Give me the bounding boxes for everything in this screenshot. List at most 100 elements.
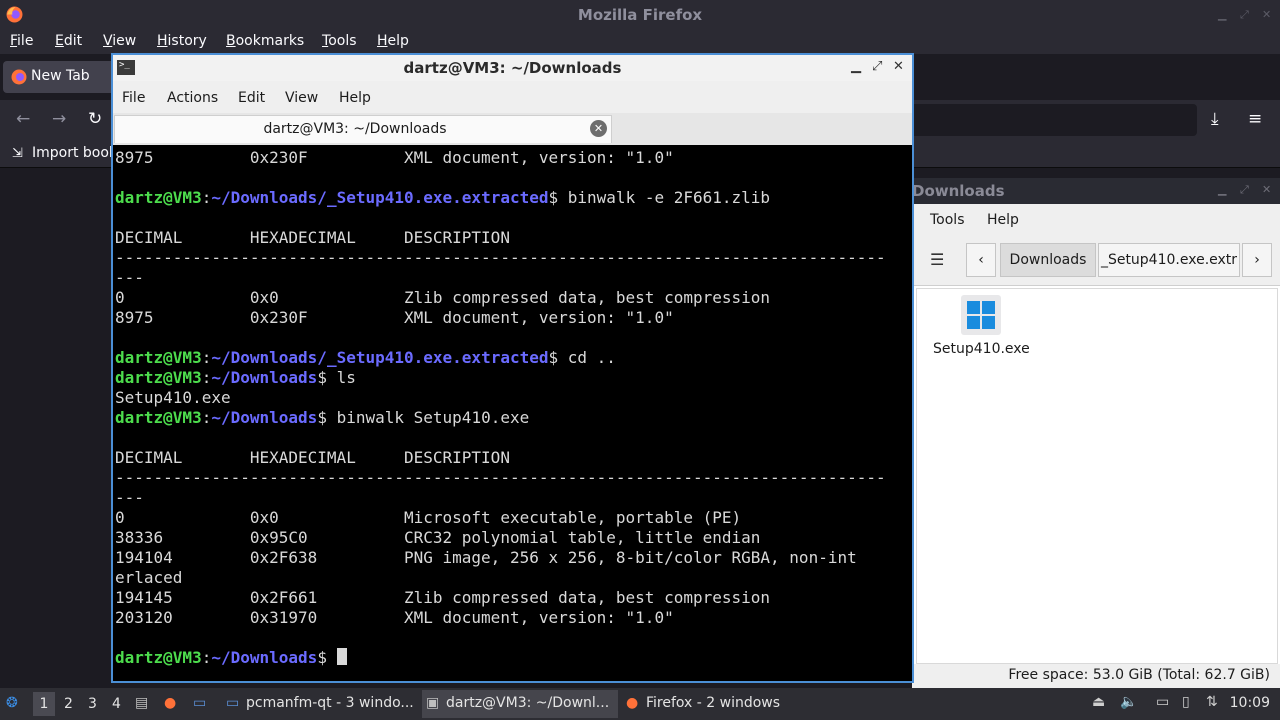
forward-icon[interactable]: → (52, 109, 66, 129)
prompt-path: ~/Downloads (211, 368, 318, 387)
prompt-separator: : (201, 408, 212, 427)
firefox-icon: ● (626, 695, 639, 711)
minimize-icon[interactable]: ▁ (1218, 8, 1226, 21)
prompt-path: ~/Downloads (211, 408, 318, 427)
prompt-command: $ ls (317, 368, 356, 387)
fm-titlebar: Downloads ▁ ⤢ ✕ (912, 178, 1280, 204)
terminal-output-line: ----------------------------------------… (115, 248, 886, 267)
terminal-output-line: DECIMAL HEXADECIMAL DESCRIPTION (115, 448, 510, 467)
path-segment-extracted[interactable]: _Setup410.exe.extr (1098, 243, 1240, 277)
terminal-output-line: 203120 0x31970 XML document, version: "1… (115, 608, 674, 627)
import-bookmarks-link[interactable]: Import book (32, 145, 117, 161)
terminal-screen[interactable]: 8975 0x230F XML document, version: "1.0"… (113, 145, 912, 681)
chevron-right-icon: › (1254, 252, 1260, 268)
prompt-path: ~/Downloads/_Setup410.exe.extracted (211, 188, 549, 207)
term-maximize-icon[interactable]: ⤢ (872, 59, 882, 74)
path-segment-downloads[interactable]: Downloads (1000, 243, 1096, 277)
ff-menu-tools[interactable]: Tools (322, 33, 357, 49)
reload-icon[interactable]: ↻ (88, 109, 102, 129)
task-terminal-label: dartz@VM3: ~/Downl... (446, 695, 610, 711)
import-icon: ⇲ (12, 146, 23, 161)
close-icon[interactable]: ✕ (1262, 8, 1271, 21)
terminal-output-line: 0 0x0 Zlib compressed data, best compres… (115, 288, 771, 307)
fm-minimize-icon[interactable]: ▁ (1218, 183, 1226, 196)
fm-statusbar: Free space: 53.0 GiB (Total: 62.7 GiB) (912, 664, 1280, 688)
task-firefox[interactable]: ● Firefox - 2 windows (622, 690, 792, 718)
close-tab-icon[interactable]: ✕ (590, 120, 607, 137)
volume-icon[interactable]: 🔈 (1120, 694, 1137, 710)
path-forward-button[interactable]: › (1242, 243, 1272, 277)
chevron-left-icon: ‹ (978, 252, 984, 268)
terminal-output-line: erlaced (115, 568, 183, 587)
file-name: Setup410.exe (933, 341, 1030, 357)
terminal-output-line: 38336 0x95C0 CRC32 polynomial table, lit… (115, 528, 761, 547)
terminal-prompt-line: dartz@VM3:~/Downloads$ binwalk Setup410.… (115, 408, 529, 428)
desktop-2[interactable]: 2 (64, 696, 73, 712)
network-icon[interactable]: ⇅ (1206, 694, 1218, 710)
term-menu-view[interactable]: View (285, 90, 318, 106)
term-menu-edit[interactable]: Edit (238, 90, 265, 106)
term-menu-file[interactable]: File (122, 90, 145, 106)
terminal-prompt-line: dartz@VM3:~/Downloads/_Setup410.exe.extr… (115, 348, 616, 368)
prompt-separator: : (201, 348, 212, 367)
fm-menubar: Tools Help (912, 204, 1280, 236)
ff-menu-edit[interactable]: Edit (55, 33, 82, 49)
terminal-titlebar: >_ dartz@VM3: ~/Downloads ▁ ⤢ ✕ (113, 55, 912, 81)
terminal-prompt-line: dartz@VM3:~/Downloads/_Setup410.exe.extr… (115, 188, 770, 208)
tab-label: New Tab (31, 68, 90, 84)
fm-window-title: Downloads (912, 182, 1005, 200)
back-icon[interactable]: ← (16, 109, 30, 129)
fm-menu-tools[interactable]: Tools (930, 212, 965, 228)
fm-menu-help[interactable]: Help (987, 212, 1019, 228)
ff-menu-file[interactable]: File (10, 33, 33, 49)
menu-hamburger-icon[interactable]: ≡ (1248, 109, 1262, 129)
file-item[interactable]: Setup410.exe (933, 295, 1030, 357)
windows-exe-icon (961, 295, 1001, 335)
firefox-menubar: File Edit View History Bookmarks Tools H… (0, 30, 1280, 54)
url-bar[interactable] (910, 104, 1197, 136)
terminal-tab[interactable]: dartz@VM3: ~/Downloads ✕ (114, 115, 612, 143)
download-icon[interactable]: ⤓ (1211, 109, 1219, 129)
firefox-launcher-icon[interactable]: ● (164, 695, 176, 711)
terminal-prompt-line: dartz@VM3:~/Downloads$ ls (115, 368, 356, 388)
desktop-4[interactable]: 4 (112, 696, 121, 712)
file-manager-window: Downloads ▁ ⤢ ✕ Tools Help ☰ ‹ Downloads… (912, 178, 1280, 688)
fm-maximize-icon[interactable]: ⤢ (1240, 183, 1249, 197)
task-pcmanfm[interactable]: ▭ pcmanfm-qt - 3 windo... (222, 690, 418, 718)
desktop-3[interactable]: 3 (88, 696, 97, 712)
firefox-titlebar: Mozilla Firefox ▁ ⤢ ✕ (0, 0, 1280, 30)
terminal-output-line: Setup410.exe (115, 388, 231, 407)
term-menu-actions[interactable]: Actions (167, 90, 218, 106)
task-terminal[interactable]: ▣ dartz@VM3: ~/Downl... (422, 690, 618, 718)
free-space-label: Free space: 53.0 GiB (Total: 62.7 GiB) (1008, 667, 1270, 683)
terminal-window-title: dartz@VM3: ~/Downloads (403, 59, 622, 77)
term-menu-help[interactable]: Help (339, 90, 371, 106)
prompt-user: dartz@VM3 (115, 408, 202, 427)
prompt-separator: : (201, 188, 212, 207)
eject-icon[interactable]: ⏏ (1092, 694, 1105, 710)
desktop-launcher-icon[interactable]: ▭ (193, 695, 206, 711)
terminal-prompt-line: dartz@VM3:~/Downloads$ (115, 648, 347, 668)
terminal-output-line: DECIMAL HEXADECIMAL DESCRIPTION (115, 228, 510, 247)
terminal-output-line: --- (115, 488, 144, 507)
desktop-1[interactable]: 1 (33, 692, 55, 716)
ff-menu-history[interactable]: History (157, 33, 207, 49)
maximize-icon[interactable]: ⤢ (1240, 8, 1249, 22)
ff-menu-bookmarks[interactable]: Bookmarks (226, 33, 304, 49)
firefox-icon (11, 69, 27, 85)
file-manager-launcher-icon[interactable]: ▤ (135, 695, 148, 711)
tab-new-tab[interactable]: New Tab (3, 61, 115, 93)
task-pcmanfm-label: pcmanfm-qt - 3 windo... (246, 695, 414, 711)
term-minimize-icon[interactable]: ▁ (851, 59, 861, 74)
ff-menu-help[interactable]: Help (377, 33, 409, 49)
term-close-icon[interactable]: ✕ (893, 59, 904, 74)
clipboard-icon[interactable]: ▯ (1182, 694, 1190, 710)
fm-icon-view[interactable]: Setup410.exe (916, 288, 1278, 664)
fm-close-icon[interactable]: ✕ (1262, 183, 1271, 196)
start-menu-icon[interactable]: ❂ (6, 695, 18, 711)
ff-menu-view[interactable]: View (103, 33, 136, 49)
prompt-command: $ binwalk -e 2F661.zlib (548, 188, 771, 207)
display-icon[interactable]: ▭ (1156, 694, 1169, 710)
path-back-button[interactable]: ‹ (966, 243, 996, 277)
list-view-icon[interactable]: ☰ (930, 250, 944, 269)
